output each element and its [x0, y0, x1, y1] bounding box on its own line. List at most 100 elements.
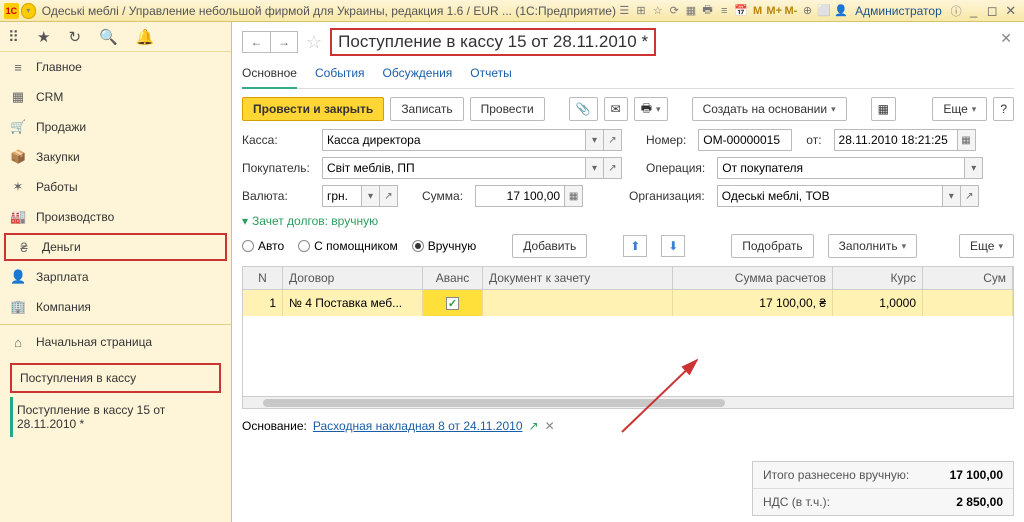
tool-icon[interactable]: ▦	[683, 3, 700, 19]
radio-auto[interactable]: Авто	[242, 239, 284, 253]
memory-m[interactable]: M	[749, 3, 766, 19]
attach-button[interactable]: 📎	[569, 97, 598, 121]
sum-input[interactable]: 17 100,00	[475, 185, 565, 207]
app-menu-dropdown[interactable]: ▾	[21, 3, 36, 19]
tool-icon[interactable]: ☰	[616, 3, 633, 19]
th-sum[interactable]: Сумма расчетов	[673, 267, 833, 289]
th-n[interactable]: N	[243, 267, 283, 289]
sidebar-item-main[interactable]: ≡Главное	[0, 52, 231, 82]
sidebar-item-purchases[interactable]: 📦Закупки	[0, 142, 231, 172]
nav-back-button[interactable]: ←	[242, 31, 270, 53]
table-row[interactable]: 1 № 4 Поставка меб... ✓ 17 100,00, ₴ 1,0…	[243, 290, 1013, 316]
dropdown-icon[interactable]: ▾	[362, 185, 380, 207]
sidebar-item-money[interactable]: ₴Деньги	[4, 233, 227, 261]
print-button[interactable]: 🖶▾	[634, 97, 668, 121]
currency-input[interactable]: грн.	[322, 185, 362, 207]
star-icon[interactable]: ★	[37, 28, 50, 46]
calendar-icon[interactable]: ▦	[958, 129, 976, 151]
cell-sum[interactable]: 17 100,00, ₴	[673, 290, 833, 316]
sidebar-item-crm[interactable]: ▦CRM	[0, 82, 231, 112]
sidebar-item-sales[interactable]: 🛒Продажи	[0, 112, 231, 142]
th-avans[interactable]: Аванс	[423, 267, 483, 289]
radio-wizard[interactable]: С помощником	[298, 239, 398, 253]
tool-icon[interactable]: ⊞	[633, 3, 650, 19]
sidebar-open-doc[interactable]: Поступление в кассу 15 от 28.11.2010 *	[10, 397, 221, 437]
cell-sum2[interactable]	[923, 290, 1013, 316]
email-button[interactable]: ✉	[604, 97, 628, 121]
sidebar-item-company[interactable]: 🏢Компания	[0, 292, 231, 322]
tab-events[interactable]: События	[315, 66, 365, 80]
checkbox-icon[interactable]: ✓	[446, 297, 459, 310]
th-contract[interactable]: Договор	[283, 267, 423, 289]
horizontal-scrollbar[interactable]	[243, 396, 1013, 408]
print-icon[interactable]: 🖶	[699, 3, 716, 19]
basis-link[interactable]: Расходная накладная 8 от 24.11.2010	[313, 419, 523, 433]
sidebar-item-works[interactable]: ✶Работы	[0, 172, 231, 202]
save-button[interactable]: Записать	[390, 97, 463, 121]
minimize-button[interactable]: _	[964, 3, 983, 18]
buyer-input[interactable]: Світ меблів, ПП	[322, 157, 586, 179]
nomer-input[interactable]: ОМ-00000015	[698, 129, 792, 151]
tool-icon[interactable]: ⟳	[666, 3, 683, 19]
sidebar-item-production[interactable]: 🏭Производство	[0, 202, 231, 232]
kassa-input[interactable]: Касса директора	[322, 129, 586, 151]
close-button[interactable]: ✕	[1001, 3, 1020, 19]
bell-icon[interactable]: 🔔	[136, 28, 155, 46]
tab-main[interactable]: Основное	[242, 66, 297, 89]
open-icon[interactable]: ↗	[604, 129, 622, 151]
pick-button[interactable]: Подобрать	[731, 234, 813, 258]
tab-discussions[interactable]: Обсуждения	[383, 66, 453, 80]
create-based-button[interactable]: Создать на основании▾	[692, 97, 847, 121]
maximize-button[interactable]: ◻	[983, 3, 1002, 19]
add-button[interactable]: Добавить	[512, 234, 587, 258]
th-sum2[interactable]: Сум	[923, 267, 1013, 289]
memory-mminus[interactable]: M-	[783, 3, 800, 19]
calc-icon[interactable]: ▦	[565, 185, 583, 207]
move-down-button[interactable]: ⬇	[661, 235, 685, 257]
sidebar-home[interactable]: ⌂Начальная страница	[0, 327, 231, 357]
help-button[interactable]: ?	[993, 97, 1014, 121]
nav-forward-button[interactable]: →	[270, 31, 298, 53]
current-user[interactable]: Администратор	[855, 4, 942, 18]
sidebar-item-salary[interactable]: 👤Зарплата	[0, 262, 231, 292]
radio-manual[interactable]: Вручную	[412, 239, 476, 253]
close-document-button[interactable]: ✕	[1000, 30, 1012, 47]
basis-open-icon[interactable]: ↗	[529, 419, 539, 433]
tool-icon[interactable]: ⬜	[816, 3, 833, 19]
open-icon[interactable]: ↗	[961, 185, 979, 207]
org-input[interactable]: Одеські меблі, ТОВ	[717, 185, 943, 207]
cell-doc[interactable]	[483, 290, 673, 316]
operation-input[interactable]: От покупателя	[717, 157, 965, 179]
th-rate[interactable]: Курс	[833, 267, 923, 289]
tool-icon[interactable]: ☆	[649, 3, 666, 19]
cell-contract[interactable]: № 4 Поставка меб...	[283, 290, 423, 316]
apps-icon[interactable]: ⠿	[8, 28, 19, 46]
basis-clear-icon[interactable]: ✕	[545, 419, 555, 433]
section-header[interactable]: ▾Зачет долгов: вручную	[242, 213, 1014, 228]
date-input[interactable]: 28.11.2010 18:21:25	[834, 129, 958, 151]
open-icon[interactable]: ↗	[380, 185, 398, 207]
tool-icon[interactable]: ⊕	[799, 3, 816, 19]
history-icon[interactable]: ↻	[68, 28, 81, 46]
cell-avans[interactable]: ✓	[423, 290, 483, 316]
table-more-button[interactable]: Еще▾	[959, 234, 1014, 258]
sidebar-open-list[interactable]: Поступления в кассу	[10, 363, 221, 393]
tab-reports[interactable]: Отчеты	[470, 66, 511, 80]
favorite-star-icon[interactable]: ☆	[306, 32, 322, 53]
move-up-button[interactable]: ⬆	[623, 235, 647, 257]
report-button[interactable]: ▦	[871, 97, 896, 121]
dropdown-icon[interactable]: ▾	[586, 129, 604, 151]
tool-icon[interactable]: ≡	[716, 3, 733, 19]
more-button[interactable]: Еще▾	[932, 97, 987, 121]
calendar-icon[interactable]: 📅	[733, 3, 750, 19]
th-doc[interactable]: Документ к зачету	[483, 267, 673, 289]
cell-rate[interactable]: 1,0000	[833, 290, 923, 316]
dropdown-icon[interactable]: ▾	[943, 185, 961, 207]
open-icon[interactable]: ↗	[604, 157, 622, 179]
dropdown-icon[interactable]: ▾	[586, 157, 604, 179]
search-icon[interactable]: 🔍	[99, 28, 118, 46]
info-icon[interactable]: ⓘ	[948, 3, 965, 19]
dropdown-icon[interactable]: ▾	[965, 157, 983, 179]
post-and-close-button[interactable]: Провести и закрыть	[242, 97, 384, 121]
fill-button[interactable]: Заполнить▾	[828, 234, 917, 258]
